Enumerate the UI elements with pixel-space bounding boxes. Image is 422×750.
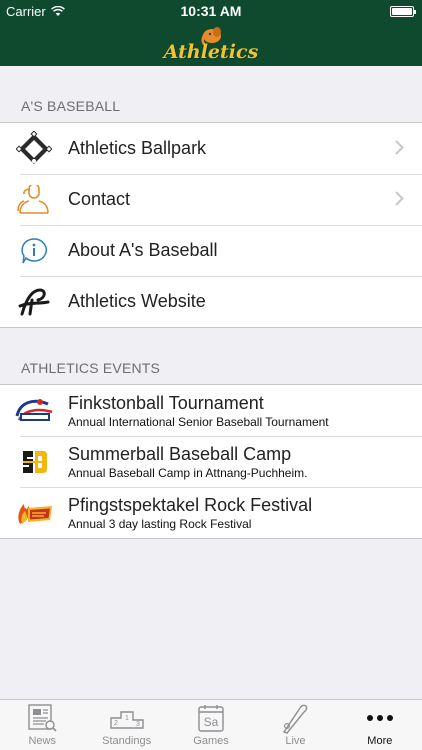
calendar-icon: Sa [196,701,226,735]
svg-text:3: 3 [136,721,140,728]
tab-live[interactable]: Live [253,700,337,750]
status-time: 10:31 AM [180,3,242,19]
section-header-athletics-events: ATHLETICS EVENTS [21,360,161,376]
chevron-right-icon [395,191,404,206]
summerball-logo-icon [0,436,68,487]
podium-icon: 2 1 3 [109,701,145,735]
pfingstspektakel-logo-icon [0,487,68,538]
event-title: Pfingstspektakel Rock Festival [68,494,313,515]
chevron-right-icon [395,140,404,155]
tab-more[interactable]: More [338,700,422,750]
tab-label: Standings [102,735,152,747]
contacts-icon [0,174,68,225]
row-label: About A's Baseball [68,240,218,260]
bat-icon [280,701,310,735]
tab-label: News [28,735,56,747]
athletics-logo[interactable]: Athletics [164,41,259,63]
row-label: Contact [68,189,131,209]
event-subtitle: Annual Baseball Camp in Attnang-Puchheim… [68,465,308,480]
baseball-diamond-icon [0,123,68,174]
event-subtitle: Annual 3 day lasting Rock Festival [68,516,252,531]
row-pfingstspektakel[interactable]: Pfingstspektakel Rock Festival Annual 3 … [0,487,422,538]
info-icon [0,225,68,276]
row-about[interactable]: About A's Baseball [0,225,422,276]
section-header-as-baseball: A'S BASEBALL [21,98,121,114]
status-bar: Carrier 10:31 AM [0,0,422,22]
athletics-logo-icon [0,276,68,327]
row-summerball[interactable]: Summerball Baseball Camp Annual Baseball… [0,436,422,487]
row-label: Athletics Ballpark [68,138,207,158]
tab-games[interactable]: Sa Games [169,700,253,750]
tab-label: Games [193,735,229,747]
tab-standings[interactable]: 2 1 3 Standings [84,700,168,750]
row-athletics-ballpark[interactable]: Athletics Ballpark [0,123,422,174]
row-athletics-website[interactable]: Athletics Website [0,276,422,327]
nav-bar: Athletics [0,22,422,66]
finkstonball-logo-icon [0,385,68,436]
news-icon [26,701,58,735]
row-finkstonball[interactable]: Finkstonball Tournament Annual Internati… [0,385,422,436]
as-baseball-group: Athletics Ballpark Contact About A's Bas… [0,122,422,328]
svg-text:1: 1 [125,715,129,722]
event-title: Summerball Baseball Camp [68,443,292,464]
more-content: A'S BASEBALL Athletics Ballpark Contact … [0,66,422,539]
calendar-day-text: Sa [204,715,219,729]
tab-news[interactable]: News [0,700,84,750]
battery-icon [390,6,416,17]
more-dots-icon [365,701,395,735]
tab-label: Live [285,735,306,747]
row-contact[interactable]: Contact [0,174,422,225]
athletics-events-group: Finkstonball Tournament Annual Internati… [0,384,422,539]
event-subtitle: Annual International Senior Baseball Tou… [68,414,329,429]
svg-text:2: 2 [114,720,118,727]
event-title: Finkstonball Tournament [68,392,264,413]
tab-label: More [367,735,393,747]
tab-bar: News 2 1 3 Standings Sa Games Live More [0,699,422,750]
row-label: Athletics Website [68,291,206,311]
battery-fill [392,8,412,15]
